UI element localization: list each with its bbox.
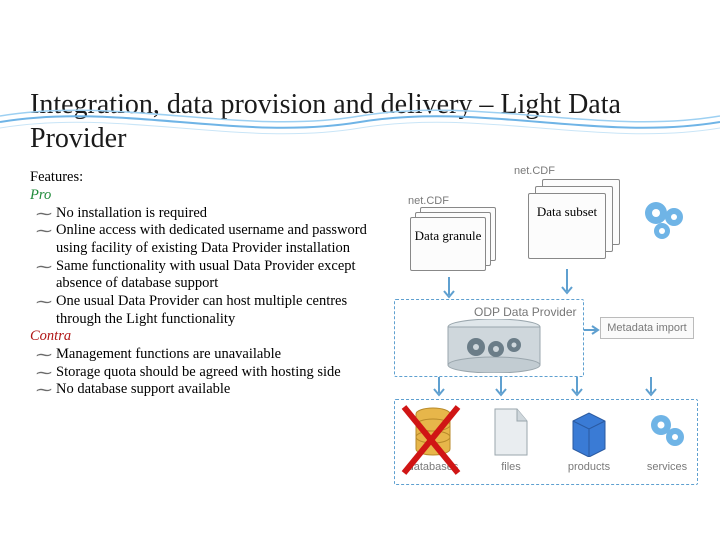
netcdf-label-top: net.CDF — [514, 165, 555, 177]
diagram-column: net.CDF net.CDF Data granule Data subset — [384, 169, 690, 505]
services-caption: services — [647, 461, 687, 473]
product-box-icon — [567, 407, 611, 457]
gear-icon — [638, 195, 690, 247]
contra-list: Management functions are unavailable Sto… — [30, 346, 370, 399]
data-subset-text: Data subset — [528, 205, 606, 220]
list-item-text: Online access with dedicated username an… — [56, 222, 367, 256]
data-subset-stack: Data subset — [528, 179, 624, 265]
gear-icon — [645, 407, 689, 457]
odp-server-icon — [444, 319, 544, 373]
pro-label: Pro — [30, 187, 370, 205]
list-item-text: No installation is required — [56, 205, 207, 221]
data-granule-stack: Data granule — [410, 207, 500, 275]
list-item-text: Same functionality with usual Data Provi… — [56, 258, 356, 292]
list-item: No installation is required — [30, 205, 370, 223]
file-icon — [491, 407, 531, 457]
data-granule-text: Data granule — [410, 229, 486, 244]
list-item: Same functionality with usual Data Provi… — [30, 258, 370, 293]
metadata-import-text: Metadata import — [607, 322, 686, 334]
red-x-icon — [398, 401, 464, 479]
metadata-import-box: Metadata import — [600, 317, 694, 339]
list-item: Storage quota should be agreed with host… — [30, 364, 370, 382]
products-caption: products — [568, 461, 610, 473]
features-label: Features: — [30, 169, 370, 187]
files-caption: files — [501, 461, 521, 473]
list-item: One usual Data Provider can host multipl… — [30, 293, 370, 328]
services-item: services — [638, 407, 696, 473]
pro-list: No installation is required Online acces… — [30, 205, 370, 329]
slide-title: Integration, data provision and delivery… — [30, 88, 690, 155]
list-item-text: Management functions are unavailable — [56, 346, 281, 362]
list-item-text: No database support available — [56, 381, 230, 397]
content-row: Features: Pro No installation is require… — [30, 169, 690, 505]
list-item: No database support available — [30, 381, 370, 399]
list-item-text: One usual Data Provider can host multipl… — [56, 293, 347, 327]
list-item: Online access with dedicated username an… — [30, 222, 370, 257]
files-item: files — [482, 407, 540, 473]
contra-label: Contra — [30, 328, 370, 346]
text-column: Features: Pro No installation is require… — [30, 169, 370, 505]
slide: Integration, data provision and delivery… — [0, 88, 720, 540]
arrow-right-icon — [584, 325, 602, 335]
products-item: products — [560, 407, 618, 473]
list-item: Management functions are unavailable — [30, 346, 370, 364]
netcdf-label-left: net.CDF — [408, 195, 449, 207]
arrow-down-icon — [560, 269, 574, 301]
list-item-text: Storage quota should be agreed with host… — [56, 364, 341, 380]
